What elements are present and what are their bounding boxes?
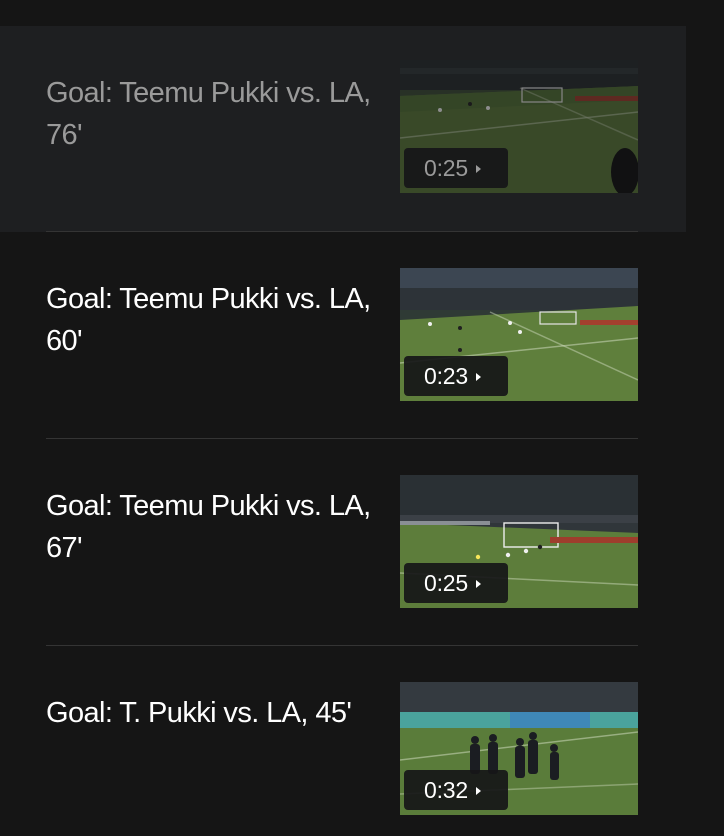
duration-label: 0:25 — [424, 569, 468, 596]
video-thumbnail[interactable]: 0:32 — [400, 682, 638, 815]
play-icon — [475, 786, 481, 795]
video-title: Goal: T. Pukki vs. LA, 45' — [46, 697, 352, 729]
video-item[interactable]: Goal: T. Pukki vs. LA, 45' 0:32 — [0, 646, 686, 836]
video-item[interactable]: Goal: Teemu Pukki vs. LA, 60' 0:23 — [0, 232, 686, 439]
duration-label: 0:23 — [424, 362, 468, 389]
video-list-panel: Goal: Teemu Pukki vs. LA, 76' 0:25 Goal:… — [0, 0, 724, 836]
duration-badge: 0:25 — [404, 563, 508, 603]
video-item[interactable]: Goal: Teemu Pukki vs. LA, 67' 0:25 — [0, 439, 686, 646]
duration-label: 0:25 — [424, 154, 468, 181]
video-item[interactable]: Goal: Teemu Pukki vs. LA, 76' 0:25 — [0, 26, 686, 232]
video-thumbnail[interactable]: 0:25 — [400, 475, 638, 608]
play-icon — [475, 579, 481, 588]
video-title: Goal: Teemu Pukki vs. LA, 76' — [46, 77, 371, 151]
video-thumbnail[interactable]: 0:25 — [400, 60, 638, 193]
duration-label: 0:32 — [424, 776, 468, 803]
video-title: Goal: Teemu Pukki vs. LA, 67' — [46, 490, 371, 564]
duration-badge: 0:23 — [404, 356, 508, 396]
play-icon — [475, 372, 481, 381]
video-thumbnail[interactable]: 0:23 — [400, 268, 638, 401]
duration-badge: 0:25 — [404, 148, 508, 188]
duration-badge: 0:32 — [404, 770, 508, 810]
play-icon — [475, 164, 481, 173]
video-title: Goal: Teemu Pukki vs. LA, 60' — [46, 283, 371, 357]
video-playlist: Goal: Teemu Pukki vs. LA, 76' 0:25 Goal:… — [0, 26, 686, 836]
